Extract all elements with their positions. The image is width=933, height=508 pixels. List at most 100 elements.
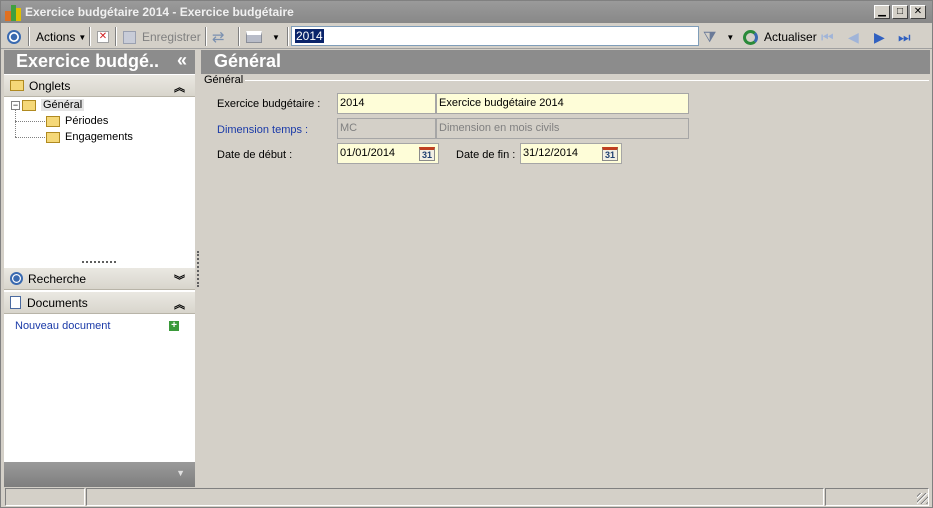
app-window: Exercice budgétaire 2014 - Exercice budg… bbox=[0, 0, 933, 508]
tree-item-label: Périodes bbox=[65, 115, 109, 127]
tree-line bbox=[15, 137, 45, 138]
tree-line bbox=[15, 121, 45, 122]
documents-group-header[interactable]: Documents ︽ bbox=[4, 292, 195, 314]
first-record-icon: ⏮ bbox=[821, 28, 834, 45]
status-cell bbox=[825, 488, 929, 506]
left-panel-footer: ▼ bbox=[4, 462, 195, 487]
open-folder-icon bbox=[22, 99, 36, 111]
vertical-splitter-grip[interactable] bbox=[197, 251, 199, 287]
save-icon bbox=[123, 30, 136, 44]
dropdown-arrow-icon: ▼ bbox=[726, 32, 735, 42]
left-panel-header: Exercice budgé.. « bbox=[4, 50, 195, 74]
actions-menu-button[interactable]: Actions ▼ bbox=[36, 27, 86, 47]
last-record-button[interactable]: ⏭ bbox=[898, 27, 911, 47]
toolbar-separator bbox=[238, 27, 240, 46]
tabs-tree: − Général Périodes Engagements bbox=[4, 97, 195, 264]
tree-item-label: Général bbox=[41, 99, 85, 111]
filter-button[interactable]: ⧩ ▼ bbox=[703, 27, 734, 47]
fiscal-year-code-field[interactable]: 2014 bbox=[337, 93, 436, 114]
save-label: Enregistrer bbox=[142, 30, 201, 44]
collapse-group-icon: ︽ bbox=[174, 299, 185, 311]
calendar-icon[interactable]: 31 bbox=[602, 147, 618, 161]
status-cell bbox=[86, 488, 824, 506]
close-button[interactable]: ✕ bbox=[910, 5, 926, 19]
end-date-label: Date de fin : bbox=[456, 149, 516, 161]
sync-icon: ⇄ bbox=[212, 29, 225, 46]
printer-icon bbox=[246, 31, 262, 43]
main-panel-title: Général bbox=[214, 51, 282, 71]
start-date-label: Date de début : bbox=[217, 149, 293, 161]
minimize-button[interactable]: ▁ bbox=[874, 5, 890, 19]
filter-icon: ⧩ bbox=[703, 28, 717, 46]
title-bar[interactable]: Exercice budgétaire 2014 - Exercice budg… bbox=[1, 1, 932, 23]
refresh-label: Actualiser bbox=[764, 30, 817, 44]
refresh-button[interactable]: Actualiser bbox=[743, 27, 817, 47]
resize-grip-icon[interactable] bbox=[917, 493, 928, 504]
app-logo-icon bbox=[5, 5, 21, 21]
time-dimension-code-field: MC bbox=[337, 118, 436, 139]
main-panel-header: Général bbox=[201, 50, 930, 74]
sync-button[interactable]: ⇄ bbox=[212, 27, 225, 47]
status-bar bbox=[1, 487, 932, 507]
time-dimension-name-field: Dimension en mois civils bbox=[436, 118, 689, 139]
toolbar-separator bbox=[28, 27, 30, 46]
status-cell bbox=[5, 488, 85, 506]
groupbox-line bbox=[243, 80, 929, 81]
search-group-label: Recherche bbox=[28, 271, 87, 286]
end-date-field[interactable]: 31/12/2014 31 bbox=[520, 143, 622, 164]
last-record-icon: ⏭ bbox=[898, 28, 911, 45]
dropdown-arrow-icon: ▼ bbox=[78, 32, 87, 42]
tree-item-general[interactable]: − Général bbox=[11, 97, 85, 113]
time-dimension-link[interactable]: Dimension temps : bbox=[217, 124, 308, 136]
search-input[interactable]: 2014 bbox=[291, 26, 699, 46]
refresh-icon bbox=[743, 29, 758, 45]
collapse-panel-icon[interactable]: « bbox=[177, 50, 187, 71]
delete-button[interactable]: ✕ bbox=[97, 27, 109, 47]
dropdown-arrow-icon: ▼ bbox=[272, 32, 280, 42]
left-panel-title: Exercice budgé.. bbox=[16, 51, 160, 71]
left-panel: Exercice budgé.. « Onglets ︽ − Général P… bbox=[4, 50, 195, 487]
next-record-button[interactable]: ▶ bbox=[874, 27, 885, 47]
add-icon[interactable]: + bbox=[169, 321, 179, 331]
first-record-button[interactable]: ⏮ bbox=[821, 27, 834, 47]
start-date-value: 01/01/2014 bbox=[340, 147, 396, 159]
toolbar-separator bbox=[89, 27, 91, 46]
save-button[interactable]: Enregistrer bbox=[123, 27, 201, 47]
previous-record-button[interactable]: ◀ bbox=[848, 27, 859, 47]
folder-icon bbox=[46, 115, 60, 127]
previous-record-icon: ◀ bbox=[848, 28, 859, 45]
chevron-down-icon[interactable]: ▼ bbox=[176, 468, 185, 478]
folder-icon bbox=[10, 80, 24, 91]
print-button[interactable]: ▼ bbox=[246, 27, 280, 47]
tree-item-periods[interactable]: Périodes bbox=[46, 113, 108, 129]
search-target-icon bbox=[10, 272, 23, 285]
document-icon bbox=[10, 296, 21, 309]
window-title: Exercice budgétaire 2014 - Exercice budg… bbox=[25, 5, 294, 19]
search-group-header[interactable]: Recherche ︾ bbox=[4, 268, 195, 290]
folder-icon bbox=[46, 131, 60, 143]
collapse-group-icon: ︽ bbox=[174, 82, 185, 94]
tabs-group-label: Onglets bbox=[29, 78, 71, 93]
calendar-icon[interactable]: 31 bbox=[419, 147, 435, 161]
expand-group-icon: ︾ bbox=[174, 275, 185, 287]
toolbar-separator bbox=[287, 27, 289, 46]
tabs-group-header[interactable]: Onglets ︽ bbox=[4, 75, 195, 97]
target-icon[interactable] bbox=[7, 27, 21, 47]
horizontal-splitter-grip[interactable] bbox=[82, 261, 116, 264]
next-record-icon: ▶ bbox=[874, 28, 885, 45]
fiscal-year-name-field[interactable]: Exercice budgétaire 2014 bbox=[436, 93, 689, 114]
actions-label: Actions bbox=[36, 30, 76, 44]
documents-group-label: Documents bbox=[27, 295, 88, 310]
fiscal-year-label: Exercice budgétaire : bbox=[217, 98, 321, 110]
search-input-value: 2014 bbox=[295, 29, 324, 43]
start-date-field[interactable]: 01/01/2014 31 bbox=[337, 143, 439, 164]
toolbar: Actions ▼ ✕ Enregistrer ⇄ ▼ 2014 ⧩ ▼ Act… bbox=[1, 24, 932, 49]
tree-expander-icon[interactable]: − bbox=[11, 100, 20, 110]
tree-item-label: Engagements bbox=[65, 131, 133, 143]
tree-item-commitments[interactable]: Engagements bbox=[46, 129, 133, 145]
toolbar-separator bbox=[115, 27, 117, 46]
groupbox-title: Général bbox=[204, 74, 246, 86]
maximize-button[interactable]: □ bbox=[892, 5, 908, 19]
tree-line bbox=[15, 110, 16, 137]
new-document-link[interactable]: Nouveau document bbox=[15, 320, 110, 332]
